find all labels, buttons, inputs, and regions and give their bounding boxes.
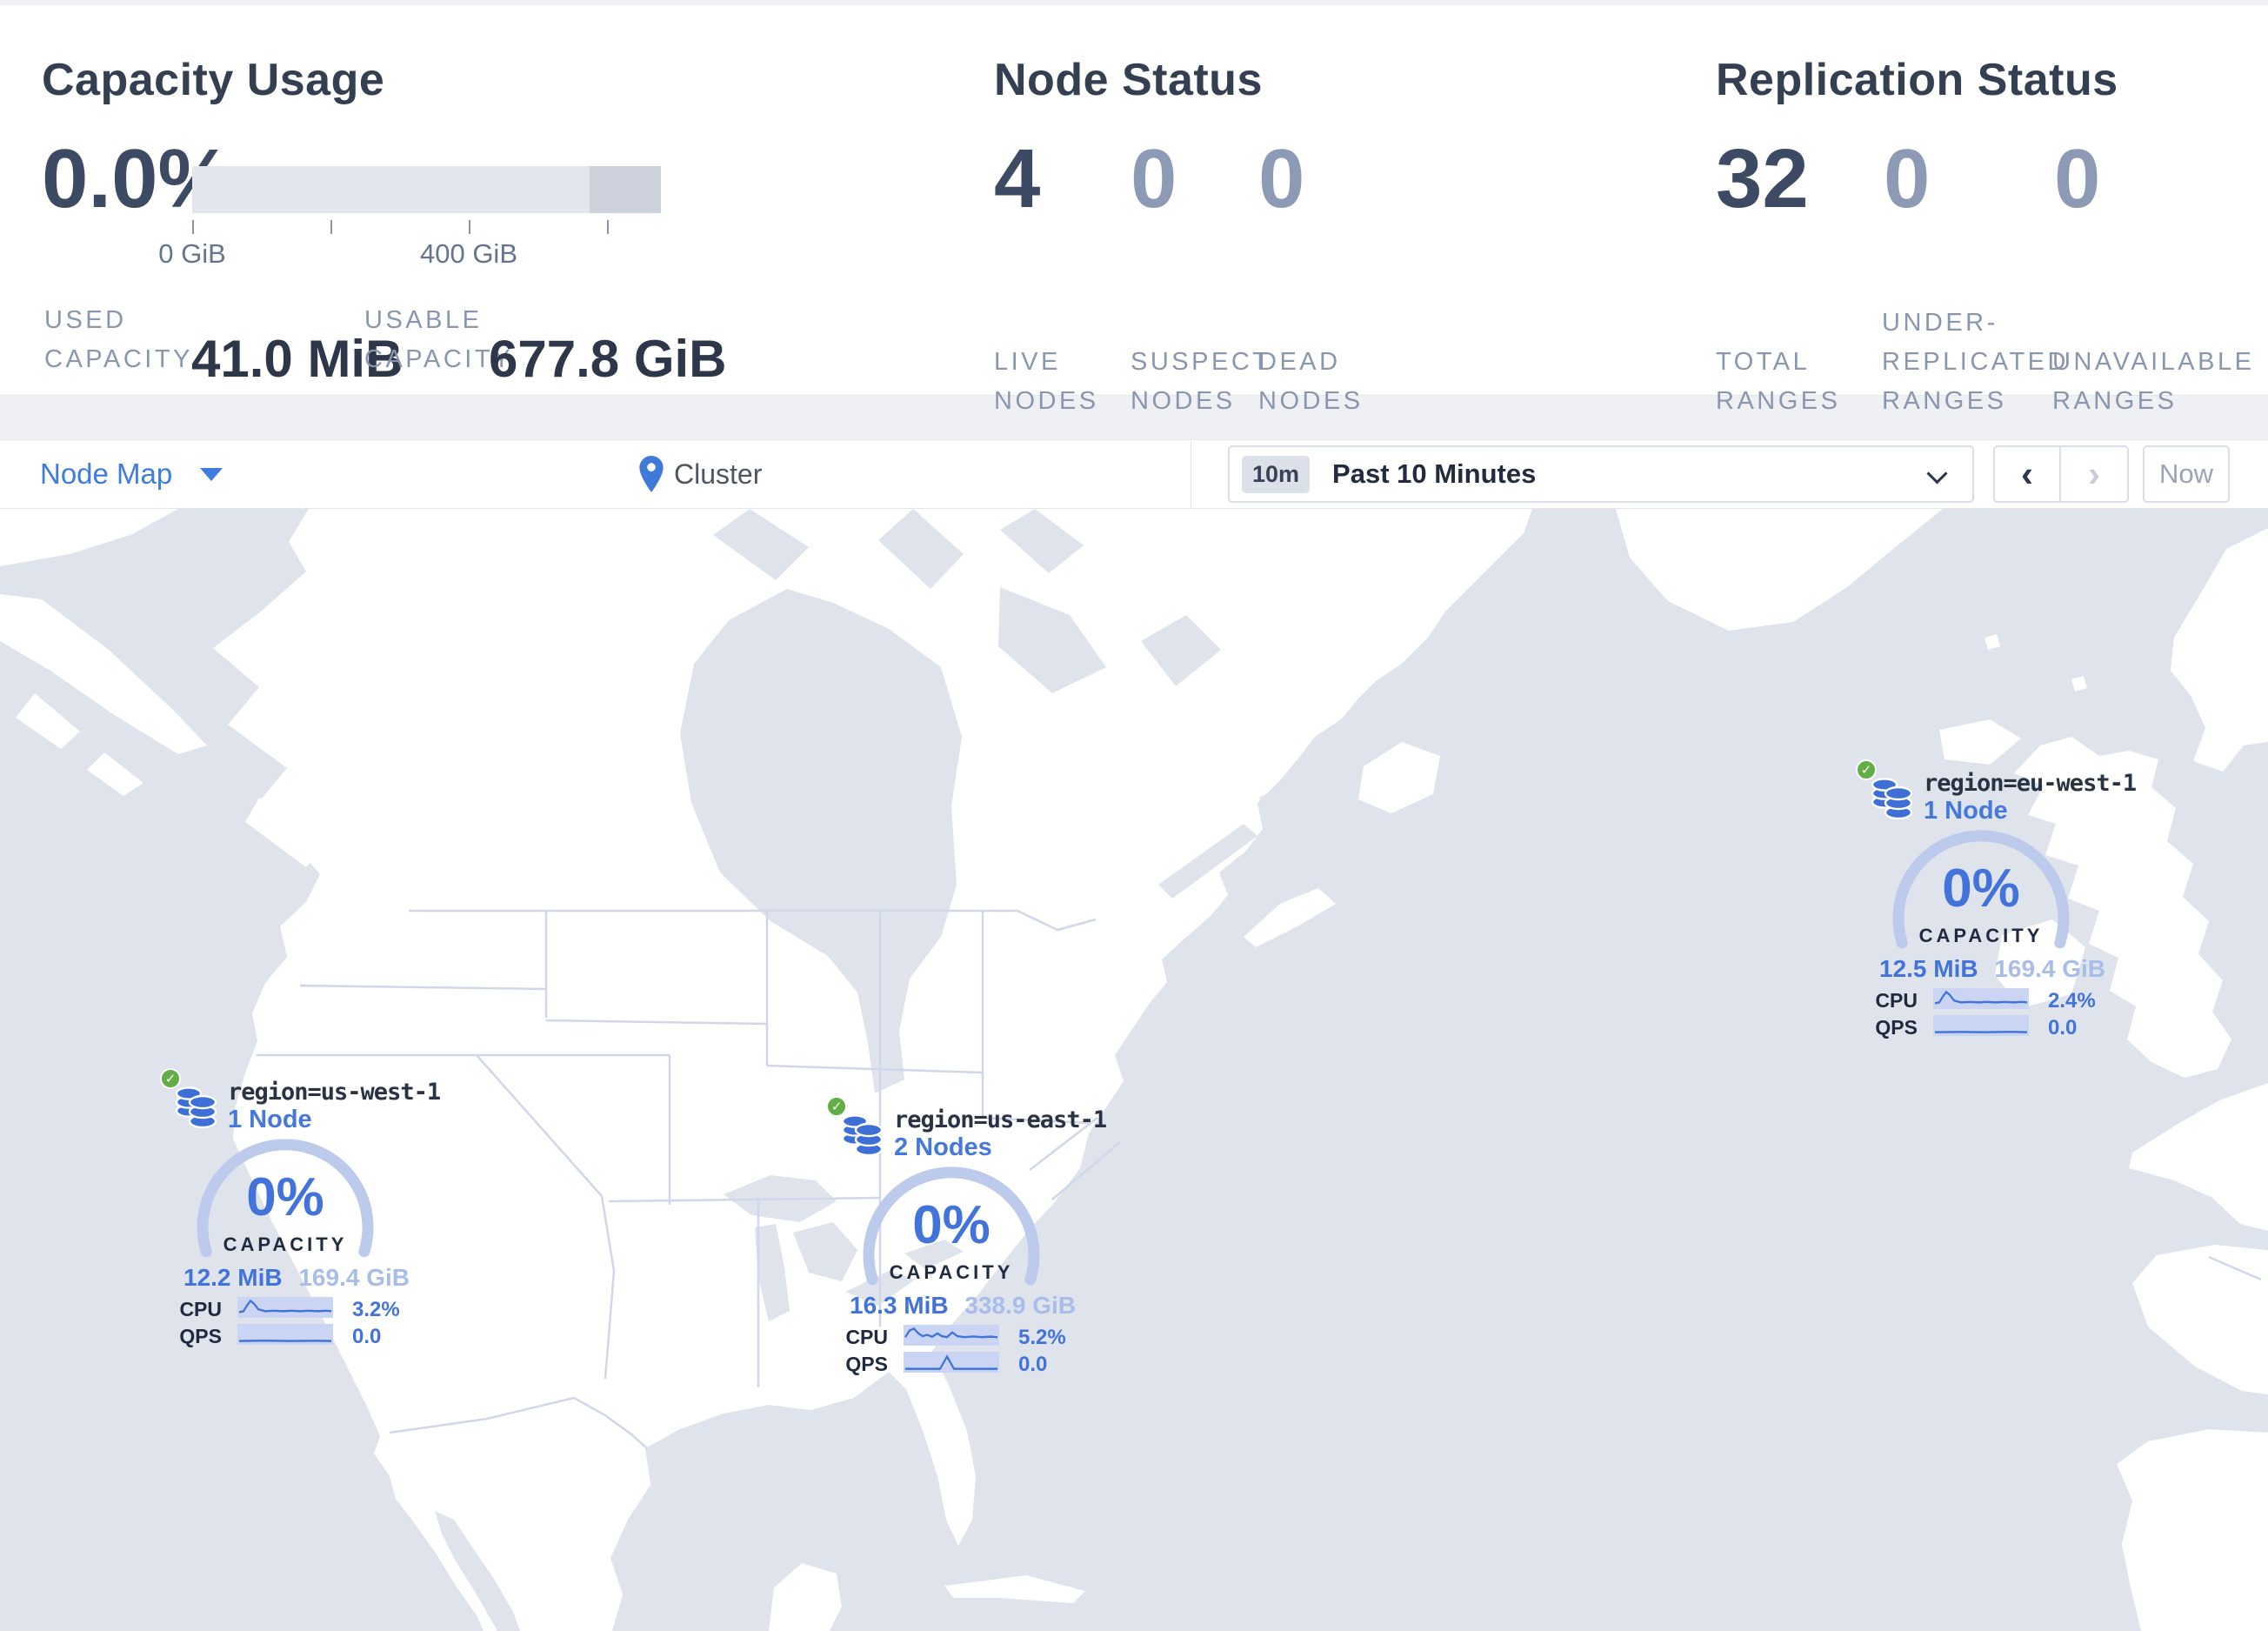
capacity-tick-label-400: 400 GiB — [419, 238, 517, 269]
total-ranges-label: TOTAL RANGES — [1716, 348, 1841, 415]
qps-value: 0.0 — [352, 1325, 382, 1348]
qps-label: QPS — [179, 1325, 222, 1347]
node-status-title: Node Status — [994, 55, 1263, 105]
qps-label: QPS — [845, 1353, 888, 1375]
cpu-label: CPU — [1875, 989, 1918, 1012]
dead-nodes-count: 0 — [1258, 132, 1305, 225]
used-capacity-label: USED CAPACITY — [44, 306, 193, 373]
qps-sparkline — [904, 1352, 999, 1373]
under-replicated-ranges-label: UNDER- REPLICATED RANGES — [1882, 309, 2069, 415]
region-title: region=us-west-1 — [228, 1079, 441, 1106]
region-marker-us-west-1[interactable]: ✓ region=us-west-1 1 Node 0% CAPACITY 12… — [137, 1066, 441, 1367]
cpu-label: CPU — [845, 1326, 888, 1348]
capacity-bar — [192, 166, 661, 213]
chevron-down-icon — [1926, 463, 1948, 485]
replication-status-title: Replication Status — [1716, 55, 2118, 105]
live-nodes-label: LIVE NODES — [994, 348, 1099, 415]
capacity-tick-label-0: 0 GiB — [158, 238, 226, 269]
time-now-button[interactable]: Now — [2143, 445, 2230, 503]
unavailable-ranges-count: 0 — [2054, 132, 2101, 225]
region-usable-capacity: 169.4 GiB — [298, 1264, 410, 1291]
capacity-axis-tick — [469, 220, 470, 234]
cpu-sparkline — [904, 1325, 999, 1346]
time-range-dropdown[interactable]: 10m Past 10 Minutes — [1228, 445, 1974, 503]
summary-panel: Capacity Usage 0.0% 0 GiB 400 GiB USED C… — [0, 5, 2268, 415]
time-prev-button[interactable]: ‹ — [1995, 447, 2061, 501]
suspect-nodes-count: 0 — [1131, 132, 1177, 225]
unavailable-ranges-label: UNAVAILABLE RANGES — [2052, 348, 2255, 415]
region-used-capacity: 12.5 MiB — [1879, 955, 1978, 982]
time-nav-buttons: ‹ › — [1993, 445, 2129, 503]
region-title: region=us-east-1 — [894, 1106, 1107, 1133]
region-usable-capacity: 338.9 GiB — [964, 1292, 1076, 1319]
qps-label: QPS — [1875, 1016, 1918, 1039]
region-capacity-label: CAPACITY — [1918, 925, 2044, 946]
cpu-sparkline — [1933, 988, 2029, 1009]
time-range-label: Past 10 Minutes — [1332, 458, 1537, 489]
qps-value: 0.0 — [1018, 1353, 1048, 1376]
qps-metric-row: QPS 0.0 — [137, 1324, 433, 1348]
region-capacity-label: CAPACITY — [889, 1261, 1014, 1283]
breadcrumb[interactable]: Cluster — [639, 440, 762, 508]
view-selector-dropdown[interactable]: Node Map — [40, 440, 223, 508]
region-marker-us-east-1[interactable]: ✓ region=us-east-1 2 Nodes 0% CAPACITY 1… — [804, 1094, 1107, 1394]
total-ranges-count: 32 — [1716, 132, 1809, 225]
region-capacity-percent: 0% — [246, 1167, 324, 1227]
cluster-overview-page: Capacity Usage 0.0% 0 GiB 400 GiB USED C… — [0, 0, 2268, 1631]
capacity-axis-tick — [192, 220, 194, 234]
region-used-capacity: 12.2 MiB — [183, 1264, 283, 1291]
database-icon — [175, 1086, 217, 1129]
region-title: region=eu-west-1 — [1924, 770, 2137, 797]
qps-metric-row: QPS 0.0 — [804, 1352, 1099, 1376]
region-capacity-percent: 0% — [912, 1195, 991, 1255]
region-capacity-label: CAPACITY — [223, 1233, 348, 1255]
view-selector-label: Node Map — [40, 458, 173, 490]
cpu-metric-row: CPU 3.2% — [137, 1297, 433, 1321]
node-map: ✓ region=us-west-1 1 Node 0% CAPACITY 12… — [0, 509, 2268, 1631]
breadcrumb-label: Cluster — [674, 458, 763, 490]
capacity-axis-tick — [330, 220, 332, 234]
database-icon — [841, 1114, 884, 1157]
region-usable-capacity: 169.4 GiB — [1994, 955, 2105, 982]
capacity-axis-tick — [607, 220, 609, 234]
database-icon — [1871, 778, 1913, 820]
live-nodes-count: 4 — [994, 132, 1041, 225]
caret-down-icon — [200, 467, 223, 481]
region-marker-eu-west-1[interactable]: ✓ region=eu-west-1 1 Node 0% CAPACITY 12… — [1833, 758, 2137, 1058]
cpu-value: 3.2% — [352, 1298, 400, 1321]
qps-sparkline — [1933, 1015, 2029, 1036]
cpu-metric-row: CPU 2.4% — [1833, 988, 2129, 1013]
time-range-badge: 10m — [1242, 455, 1311, 493]
cpu-value: 5.2% — [1018, 1326, 1066, 1349]
map-toolbar: Node Map Cluster 10m Past 10 Minutes ‹ ›… — [0, 439, 2268, 509]
qps-metric-row: QPS 0.0 — [1833, 1015, 2129, 1039]
location-pin-icon — [639, 456, 664, 492]
qps-sparkline — [237, 1324, 333, 1345]
cpu-metric-row: CPU 5.2% — [804, 1325, 1099, 1349]
dead-nodes-label: DEAD NODES — [1258, 348, 1364, 415]
capacity-bar-reserved-segment — [590, 166, 661, 213]
cpu-label: CPU — [179, 1298, 222, 1320]
under-replicated-ranges-count: 0 — [1884, 132, 1931, 225]
qps-value: 0.0 — [2048, 1016, 2078, 1039]
time-next-button[interactable]: › — [2061, 447, 2127, 501]
suspect-nodes-label: SUSPECT NODES — [1131, 348, 1271, 415]
cpu-sparkline — [237, 1297, 333, 1318]
cpu-value: 2.4% — [2048, 989, 2096, 1013]
usable-capacity-value: 677.8 GiB — [489, 330, 727, 388]
region-used-capacity: 16.3 MiB — [850, 1292, 949, 1319]
region-capacity-percent: 0% — [1942, 859, 2020, 919]
capacity-usage-title: Capacity Usage — [42, 55, 385, 105]
